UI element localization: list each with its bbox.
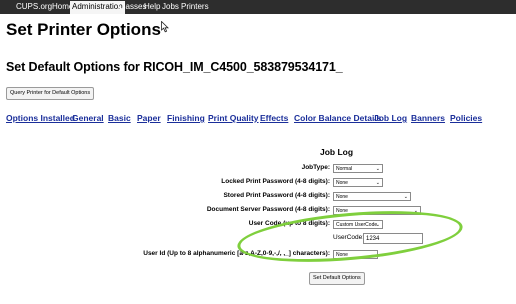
section-title: Job Log [320,147,354,157]
locked-print-password-value: None [336,180,348,186]
tab-banners[interactable]: Banners [411,113,445,123]
chevron-down-icon: ⌄ [370,252,375,258]
tab-basic[interactable]: Basic [108,113,131,123]
sub-title: Set Default Options for RICOH_IM_C4500_5… [6,60,343,74]
tab-finishing[interactable]: Finishing [167,113,205,123]
tab-job-log[interactable]: Job Log [374,113,407,123]
tab-policies[interactable]: Policies [450,113,482,123]
nav-classes[interactable]: Classes [118,2,146,12]
jobtype-select[interactable]: Normal ⌄ [333,164,383,173]
tab-print-quality[interactable]: Print Quality [208,113,259,123]
chevron-down-icon: ⌄ [375,180,380,186]
usercode-field-label: UserCode: [333,234,365,241]
locked-print-password-label: Locked Print Password (4-8 digits): [221,178,330,185]
user-id-select[interactable]: None ⌄ [333,250,378,259]
set-default-options-button[interactable]: Set Default Options [309,272,365,285]
locked-print-password-select[interactable]: None ⌄ [333,178,383,187]
nav-administration[interactable]: Administration [70,1,125,14]
user-id-value: None [336,252,348,258]
user-code-select[interactable]: Custom UserCode ⌄ [333,220,383,229]
document-server-password-value: None [336,208,348,214]
user-id-label: User Id (Up to 8 alphanumeric [a-z,A-Z,0… [143,250,330,257]
document-server-password-select[interactable]: None ⌄ [333,206,421,215]
user-code-label: User Code (up to 8 digits): [248,220,330,227]
stored-print-password-label: Stored Print Password (4-8 digits): [223,192,330,199]
stored-print-password-select[interactable]: None ⌄ [333,192,411,201]
jobtype-value: Normal [336,166,353,172]
nav-printers[interactable]: Printers [181,2,209,12]
stored-print-password-value: None [336,194,348,200]
tab-effects[interactable]: Effects [260,113,288,123]
user-code-value: Custom UserCode [336,222,378,228]
mouse-cursor-icon [161,20,169,38]
query-printer-button[interactable]: Query Printer for Default Options [6,87,95,100]
tab-paper[interactable]: Paper [137,113,161,123]
jobtype-label: JobType: [301,164,330,171]
page-title: Set Printer Options [6,20,161,39]
tab-general[interactable]: General [72,113,104,123]
tab-color-balance-details[interactable]: Color Balance Details [294,113,381,123]
nav-jobs[interactable]: Jobs [162,2,179,12]
chevron-down-icon: ⌄ [413,208,418,214]
chevron-down-icon: ⌄ [375,166,380,172]
chevron-down-icon: ⌄ [375,222,380,228]
document-server-password-label: Document Server Password (4-8 digits): [206,206,330,213]
tab-options-installed[interactable]: Options Installed [6,113,75,123]
nav-cups-org[interactable]: CUPS.org [16,2,52,12]
nav-help[interactable]: Help [144,2,160,12]
top-navigation-bar: CUPS.org Home Administration Classes Hel… [0,0,516,14]
usercode-input[interactable]: 1234 [363,233,423,244]
chevron-down-icon: ⌄ [403,194,408,200]
